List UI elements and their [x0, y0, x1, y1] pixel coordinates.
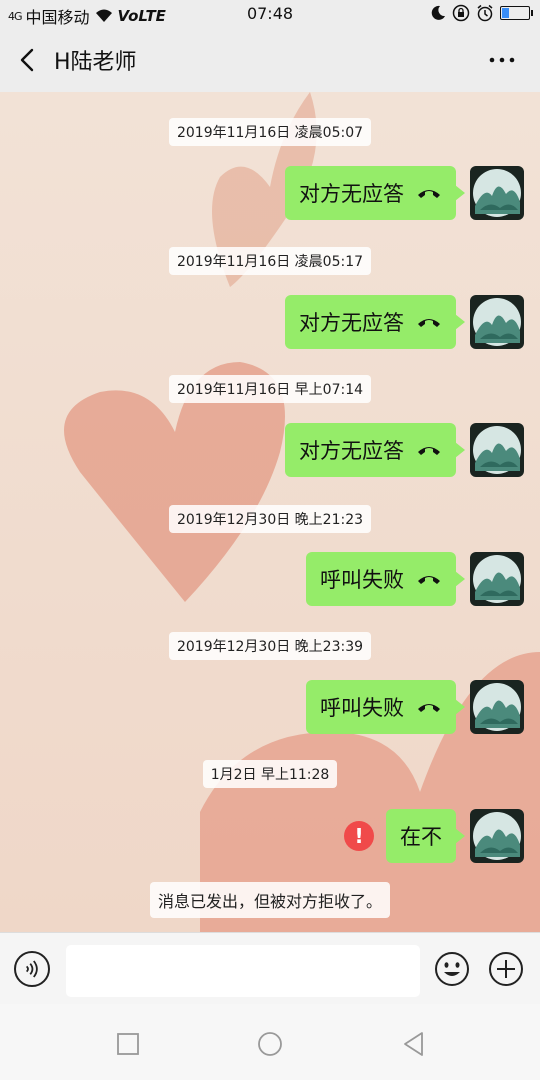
timestamp-label: 2019年11月16日 凌晨05:17: [168, 247, 372, 275]
more-dots-icon[interactable]: [486, 46, 518, 74]
call-bubble[interactable]: 对方无应答: [285, 295, 465, 349]
call-bubble[interactable]: 呼叫失败: [306, 680, 465, 734]
system-notice: 消息已发出，但被对方拒收了。: [0, 882, 540, 918]
send-failed-icon[interactable]: !: [344, 821, 374, 851]
plus-icon[interactable]: [488, 951, 524, 987]
message-text: 对方无应答: [299, 311, 404, 335]
call-bubble[interactable]: 呼叫失败: [306, 552, 465, 606]
page-title: H陆老师: [54, 50, 137, 75]
avatar[interactable]: [470, 552, 524, 606]
home-icon[interactable]: [256, 1030, 284, 1058]
alarm-icon: [477, 4, 493, 22]
message-row: 对方无应答: [285, 166, 524, 220]
status-bar: 4G 中国移动 VoLTE 07:48: [0, 0, 540, 28]
message-row: 对方无应答: [285, 423, 524, 477]
phone-hangup-icon: [418, 704, 440, 712]
message-text: 对方无应答: [299, 182, 404, 206]
message-timestamp: 2019年11月16日 凌晨05:07: [0, 118, 540, 146]
input-bar: [0, 932, 540, 1004]
message-row: ! 在不: [344, 809, 524, 863]
avatar[interactable]: [470, 295, 524, 349]
phone-hangup-icon: [418, 447, 440, 455]
message-text: 呼叫失败: [320, 696, 404, 720]
message-timestamp: 2019年11月16日 早上07:14: [0, 375, 540, 403]
message-timestamp: 2019年12月30日 晚上21:23: [0, 505, 540, 533]
chat-area[interactable]: 2019年11月16日 凌晨05:07 对方无应答 2019年11月16日 凌晨…: [0, 92, 540, 932]
message-text: 呼叫失败: [320, 568, 404, 592]
call-bubble[interactable]: 对方无应答: [285, 166, 465, 220]
landscape-avatar-image: [473, 169, 521, 217]
message-timestamp: 2019年11月16日 凌晨05:17: [0, 247, 540, 275]
call-bubble[interactable]: 对方无应答: [285, 423, 465, 477]
message-timestamp: 1月2日 早上11:28: [0, 760, 540, 788]
chevron-left-icon[interactable]: [14, 44, 42, 76]
landscape-avatar-image: [473, 426, 521, 474]
system-nav-bar: [0, 1004, 540, 1080]
battery-icon: [500, 6, 533, 20]
message-input[interactable]: [66, 945, 420, 997]
landscape-avatar-image: [473, 683, 521, 731]
timestamp-label: 2019年12月30日 晚上21:23: [168, 505, 372, 533]
battery-level: [502, 8, 509, 18]
voice-input-icon[interactable]: [14, 951, 50, 987]
message-row: 呼叫失败: [306, 680, 524, 734]
rotation-lock-icon: [452, 4, 470, 22]
landscape-avatar-image: [473, 555, 521, 603]
timestamp-label: 2019年12月30日 晚上23:39: [168, 632, 372, 660]
avatar[interactable]: [470, 423, 524, 477]
moon-icon: [431, 5, 445, 20]
emoji-icon[interactable]: [434, 951, 470, 987]
back-triangle-icon[interactable]: [400, 1030, 428, 1058]
message-text: 对方无应答: [299, 439, 404, 463]
message-timestamp: 2019年12月30日 晚上23:39: [0, 632, 540, 660]
phone-hangup-icon: [418, 190, 440, 198]
avatar[interactable]: [470, 166, 524, 220]
landscape-avatar-image: [473, 298, 521, 346]
timestamp-label: 2019年11月16日 凌晨05:07: [168, 118, 372, 146]
system-notice-text: 消息已发出，但被对方拒收了。: [149, 882, 390, 918]
avatar[interactable]: [470, 809, 524, 863]
message-row: 呼叫失败: [306, 552, 524, 606]
landscape-avatar-image: [473, 812, 521, 860]
status-right: [430, 4, 533, 22]
message-row: 对方无应答: [285, 295, 524, 349]
timestamp-label: 1月2日 早上11:28: [202, 760, 338, 788]
phone-hangup-icon: [418, 319, 440, 327]
avatar[interactable]: [470, 680, 524, 734]
timestamp-label: 2019年11月16日 早上07:14: [168, 375, 372, 403]
text-bubble[interactable]: 在不: [386, 809, 465, 863]
recent-apps-icon[interactable]: [114, 1030, 142, 1058]
phone-hangup-icon: [418, 576, 440, 584]
chat-header: H陆老师: [0, 28, 540, 92]
message-text: 在不: [400, 825, 442, 849]
